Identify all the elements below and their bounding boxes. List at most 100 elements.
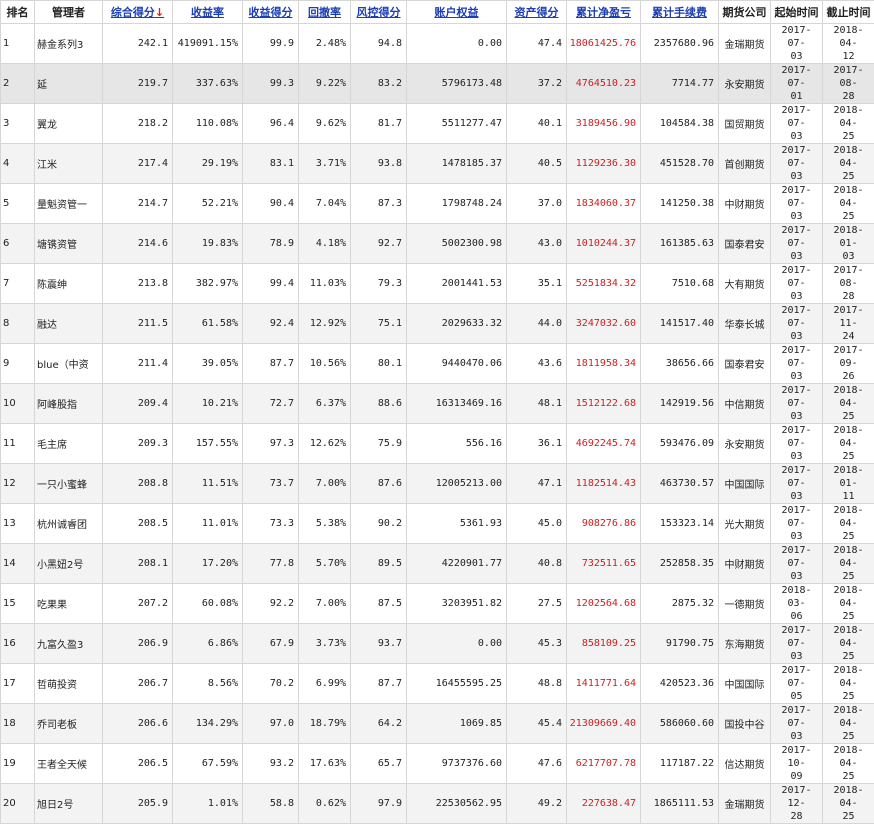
cell-asset-score: 48.1 [507, 384, 567, 424]
cell-broker: 金瑞期货 [719, 24, 771, 64]
cell-drawdown: 3.73% [299, 624, 351, 664]
cell-net-profit: 4692245.74 [567, 424, 641, 464]
cell-drawdown: 7.04% [299, 184, 351, 224]
cell-asset-score: 45.0 [507, 504, 567, 544]
header-return-rate[interactable]: 收益率 [173, 1, 243, 24]
end-date-line2: 25 [842, 411, 854, 422]
cell-return-rate: 39.05% [173, 344, 243, 384]
cell-end: 2018-04-25 [823, 664, 874, 704]
cell-net-profit: 1182514.43 [567, 464, 641, 504]
cell-return-rate: 60.08% [173, 584, 243, 624]
start-date-line1: 2017-07- [781, 705, 811, 729]
cell-manager[interactable]: 旭日2号 [35, 784, 103, 824]
cell-rank: 19 [1, 744, 35, 784]
cell-return-score: 77.8 [243, 544, 299, 584]
cell-start: 2017-07-03 [771, 184, 823, 224]
start-date-line2: 03 [790, 451, 802, 462]
cell-end: 2018-04-25 [823, 384, 874, 424]
cell-drawdown: 5.70% [299, 544, 351, 584]
cell-rank: 13 [1, 504, 35, 544]
cell-manager[interactable]: 杭州诚睿团 [35, 504, 103, 544]
cell-composite: 205.9 [103, 784, 173, 824]
cell-manager[interactable]: 江米 [35, 144, 103, 184]
cell-rank: 10 [1, 384, 35, 424]
cell-return-rate: 10.21% [173, 384, 243, 424]
cell-equity: 12005213.00 [407, 464, 507, 504]
cell-composite: 208.1 [103, 544, 173, 584]
cell-broker: 信达期货 [719, 744, 771, 784]
cell-equity: 4220901.77 [407, 544, 507, 584]
start-date-line1: 2017-07- [781, 625, 811, 649]
cell-risk-score: 87.5 [351, 584, 407, 624]
cell-return-score: 58.8 [243, 784, 299, 824]
header-risk-score[interactable]: 风控得分 [351, 1, 407, 24]
cell-manager[interactable]: 塘镌资管 [35, 224, 103, 264]
cell-return-score: 99.4 [243, 264, 299, 304]
start-date-line1: 2017-07- [781, 385, 811, 409]
cell-manager[interactable]: 融达 [35, 304, 103, 344]
end-date-line1: 2018-04- [833, 785, 863, 809]
table-row: 1 赫金系列3 242.1 419091.15% 99.9 2.48% 94.8… [1, 24, 874, 64]
header-drawdown[interactable]: 回撤率 [299, 1, 351, 24]
cell-risk-score: 87.7 [351, 664, 407, 704]
cell-end: 2018-04-25 [823, 184, 874, 224]
cell-start: 2017-07-03 [771, 464, 823, 504]
start-date-line2: 03 [790, 571, 802, 582]
cell-return-score: 70.2 [243, 664, 299, 704]
cell-return-rate: 29.19% [173, 144, 243, 184]
cell-equity: 2001441.53 [407, 264, 507, 304]
cell-fees: 153323.14 [641, 504, 719, 544]
start-date-line2: 09 [790, 771, 802, 782]
cell-manager[interactable]: 九富久盈3 [35, 624, 103, 664]
cell-fees: 117187.22 [641, 744, 719, 784]
cell-manager[interactable]: 延 [35, 64, 103, 104]
cell-asset-score: 37.0 [507, 184, 567, 224]
cell-manager[interactable]: 乔司老板 [35, 704, 103, 744]
cell-net-profit: 5251834.32 [567, 264, 641, 304]
cell-manager[interactable]: 量魁资管一 [35, 184, 103, 224]
cell-asset-score: 36.1 [507, 424, 567, 464]
cell-manager[interactable]: 阿峰股指 [35, 384, 103, 424]
header-fees[interactable]: 累计手续费 [641, 1, 719, 24]
header-start: 起始时间 [771, 1, 823, 24]
cell-manager[interactable]: 赫金系列3 [35, 24, 103, 64]
cell-end: 2018-04-25 [823, 504, 874, 544]
cell-end: 2018-04-12 [823, 24, 874, 64]
cell-manager[interactable]: 小黑妞2号 [35, 544, 103, 584]
cell-equity: 0.00 [407, 624, 507, 664]
cell-return-rate: 8.56% [173, 664, 243, 704]
table-row: 3 翼龙 218.2 110.08% 96.4 9.62% 81.7 55112… [1, 104, 874, 144]
cell-start: 2017-10-09 [771, 744, 823, 784]
cell-rank: 4 [1, 144, 35, 184]
cell-manager[interactable]: 翼龙 [35, 104, 103, 144]
cell-manager[interactable]: 毛主席 [35, 424, 103, 464]
cell-manager[interactable]: 一只小蜜蜂 [35, 464, 103, 504]
cell-manager[interactable]: 王者全天候 [35, 744, 103, 784]
cell-end: 2017-11-24 [823, 304, 874, 344]
cell-risk-score: 90.2 [351, 504, 407, 544]
end-date-line1: 2018-04- [833, 585, 863, 609]
cell-manager[interactable]: blue（中资 [35, 344, 103, 384]
cell-fees: 586060.60 [641, 704, 719, 744]
cell-return-rate: 61.58% [173, 304, 243, 344]
cell-net-profit: 1202564.68 [567, 584, 641, 624]
start-date-line1: 2017-07- [781, 465, 811, 489]
cell-manager[interactable]: 吃果果 [35, 584, 103, 624]
cell-manager[interactable]: 陈震绅 [35, 264, 103, 304]
header-composite-score[interactable]: 综合得分↓ [103, 1, 173, 24]
cell-start: 2017-12-28 [771, 784, 823, 824]
header-return-score[interactable]: 收益得分 [243, 1, 299, 24]
cell-return-rate: 52.21% [173, 184, 243, 224]
end-date-line1: 2018-04- [833, 425, 863, 449]
header-net-profit[interactable]: 累计净盈亏 [567, 1, 641, 24]
cell-return-rate: 382.97% [173, 264, 243, 304]
header-asset-score[interactable]: 资产得分 [507, 1, 567, 24]
header-rank: 排名 [1, 1, 35, 24]
cell-rank: 20 [1, 784, 35, 824]
cell-manager[interactable]: 哲萌投资 [35, 664, 103, 704]
cell-start: 2017-07-03 [771, 24, 823, 64]
cell-risk-score: 87.3 [351, 184, 407, 224]
end-date-line2: 25 [842, 651, 854, 662]
cell-return-score: 93.2 [243, 744, 299, 784]
header-equity[interactable]: 账户权益 [407, 1, 507, 24]
